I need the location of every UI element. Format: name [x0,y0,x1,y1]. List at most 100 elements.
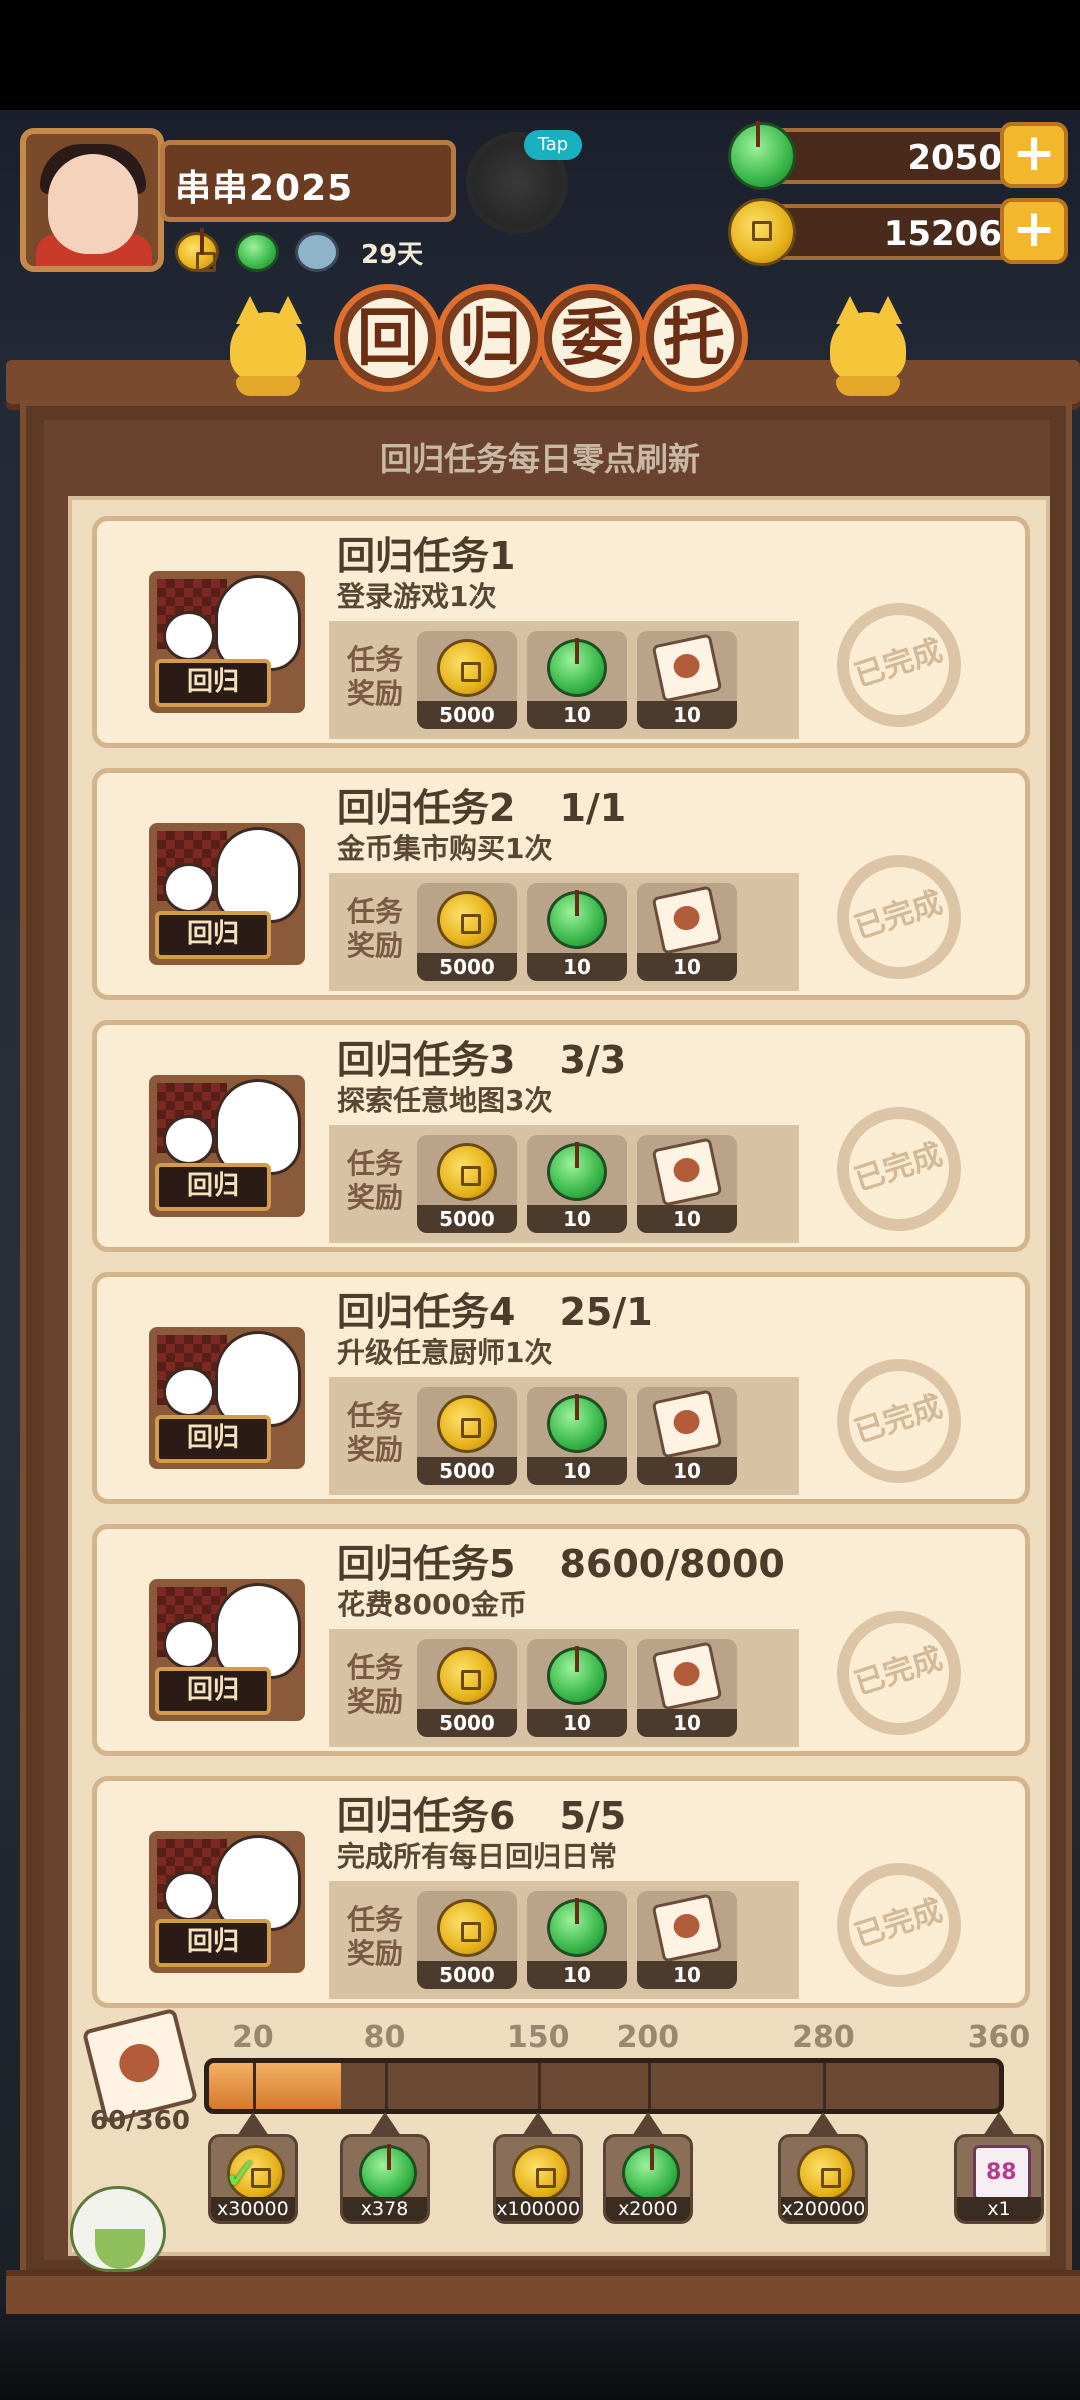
return-sign-label: 回归 [155,911,271,959]
task-title: 回归任务1 [337,525,559,580]
progress-track [204,2058,1004,2114]
task-progress: 8600/8000 [559,1542,785,1586]
task-card[interactable]: 回归 回归任务6 5/5 完成所有每日回归日常 任务 奖励 5000 10 10 [92,1776,1030,2008]
milestone-reward[interactable]: x378 [339,2134,430,2224]
reward-box: 任务 奖励 5000 10 10 [329,621,799,739]
coin-value: 15206 [883,214,1002,254]
task-title: 回归任务5 8600/8000 [337,1533,785,1588]
reward-count: 10 [527,1961,627,1989]
coin-icon [437,891,497,949]
player-name-plate: 串串2025 [160,140,456,222]
coin-boost-icon[interactable] [175,232,219,272]
jade-boost-icon[interactable] [235,232,279,272]
reward-slot[interactable]: 5000 [417,1387,517,1485]
reward-slot[interactable]: 10 [527,883,627,981]
reward-label: 任务 奖励 [347,1903,404,1970]
reward-slot[interactable]: 10 [637,1387,737,1485]
reward-slot[interactable]: 10 [527,1891,627,1989]
reward-count: 5000 [417,701,517,729]
reward-slot[interactable]: 10 [527,1639,627,1737]
recipe-scroll-icon [651,633,723,703]
jade-icon [547,890,607,949]
return-sign-label: 回归 [155,1163,271,1211]
completed-stamp: 已完成 [820,1594,978,1752]
reward-slot[interactable]: 5000 [417,1639,517,1737]
coin-icon [437,1647,497,1705]
reward-count: 10 [637,1961,737,1989]
milestone-label: 360 [967,2020,1031,2055]
task-name: 回归任务3 [337,1038,516,1082]
coin-icon [512,2145,571,2201]
completed-stamp: 已完成 [820,1342,978,1500]
recipe-scroll-icon [651,1641,723,1711]
milestone-label: 150 [506,2020,570,2055]
title-char: 回 [340,290,436,386]
reward-slot[interactable]: 5000 [417,883,517,981]
reward-count: 5000 [417,953,517,981]
milestone-count: x378 [342,2197,427,2221]
milestone-reward[interactable]: x100000 [493,2134,584,2224]
return-task-icon: 回归 [149,1579,305,1721]
title-char: 归 [442,290,538,386]
return-days: 29天 [361,239,424,270]
task-title: 回归任务4 25/1 [337,1281,653,1336]
return-task-icon: 回归 [149,1075,305,1217]
reward-slot[interactable]: 5000 [417,1135,517,1233]
reward-count: 5000 [417,1457,517,1485]
milestone-pointer [983,2112,1015,2136]
reward-slot[interactable]: 5000 [417,631,517,729]
progress-tick [823,2063,827,2109]
completed-stamp: 已完成 [820,586,978,744]
progress-tick [384,2063,388,2109]
jade-icon [621,2144,680,2201]
reward-box: 任务 奖励 5000 10 10 [329,873,799,991]
progress-tick [252,2063,256,2109]
milestone-reward[interactable]: x2000 [602,2134,693,2224]
coin-icon [797,2145,856,2201]
return-task-icon: 回归 [149,571,305,713]
reward-count: 5000 [417,1961,517,1989]
jade-icon [547,1646,607,1705]
task-card[interactable]: 回归 回归任务1 登录游戏1次 任务 奖励 5000 10 10 已完成 [92,516,1030,748]
reward-slot[interactable]: 5000 [417,1891,517,1989]
coin-balance: 15206 [770,204,1020,260]
return-sign-label: 回归 [155,1415,271,1463]
return-sign-label: 回归 [155,1919,271,1967]
task-card[interactable]: 回归 回归任务5 8600/8000 花费8000金币 任务 奖励 5000 10… [92,1524,1030,1756]
milestone-pointer [631,2112,664,2136]
milestone-label: 280 [792,2020,855,2055]
reward-count: 10 [637,1709,737,1737]
jade-icon [547,1898,607,1957]
reward-slot[interactable]: 10 [527,631,627,729]
milestone-reward[interactable]: x1 [954,2134,1044,2224]
milestone-reward[interactable]: ✓ x30000 [207,2134,298,2224]
reward-slot[interactable]: 10 [527,1387,627,1485]
recipe-scroll-icon [651,1389,723,1459]
task-card[interactable]: 回归 回归任务4 25/1 升级任意厨师1次 任务 奖励 5000 10 10 [92,1272,1030,1504]
milestone-reward[interactable]: x200000 [778,2134,869,2224]
completed-stamp: 已完成 [820,838,978,996]
task-card[interactable]: 回归 回归任务2 1/1 金币集市购买1次 任务 奖励 5000 10 10 已… [92,768,1030,1000]
jade-icon [358,2144,417,2201]
add-coin-button[interactable]: + [1000,198,1068,264]
add-jade-button[interactable]: + [1000,122,1068,188]
bowl-boost-icon[interactable] [295,232,339,272]
milestone-pointer [368,2112,401,2136]
mascot-button[interactable] [70,2186,166,2272]
coin-icon [728,198,796,266]
milestone-pointer [236,2112,269,2136]
milestone-label: 20 [232,2020,274,2055]
reward-slot[interactable]: 10 [527,1135,627,1233]
task-card[interactable]: 回归 回归任务3 3/3 探索任意地图3次 任务 奖励 5000 10 10 已… [92,1020,1030,1252]
reward-slot[interactable]: 10 [637,1135,737,1233]
reward-slot[interactable]: 10 [637,883,737,981]
reward-slot[interactable]: 10 [637,1639,737,1737]
milestone-pointer [522,2112,555,2136]
reward-slot[interactable]: 10 [637,631,737,729]
player-avatar[interactable] [20,128,164,272]
task-title: 回归任务3 3/3 [337,1029,626,1084]
task-progress: 5/5 [559,1794,627,1838]
recipe-scroll-icon [651,885,723,955]
reward-slot[interactable]: 10 [637,1891,737,1989]
task-progress: 1/1 [559,786,627,830]
